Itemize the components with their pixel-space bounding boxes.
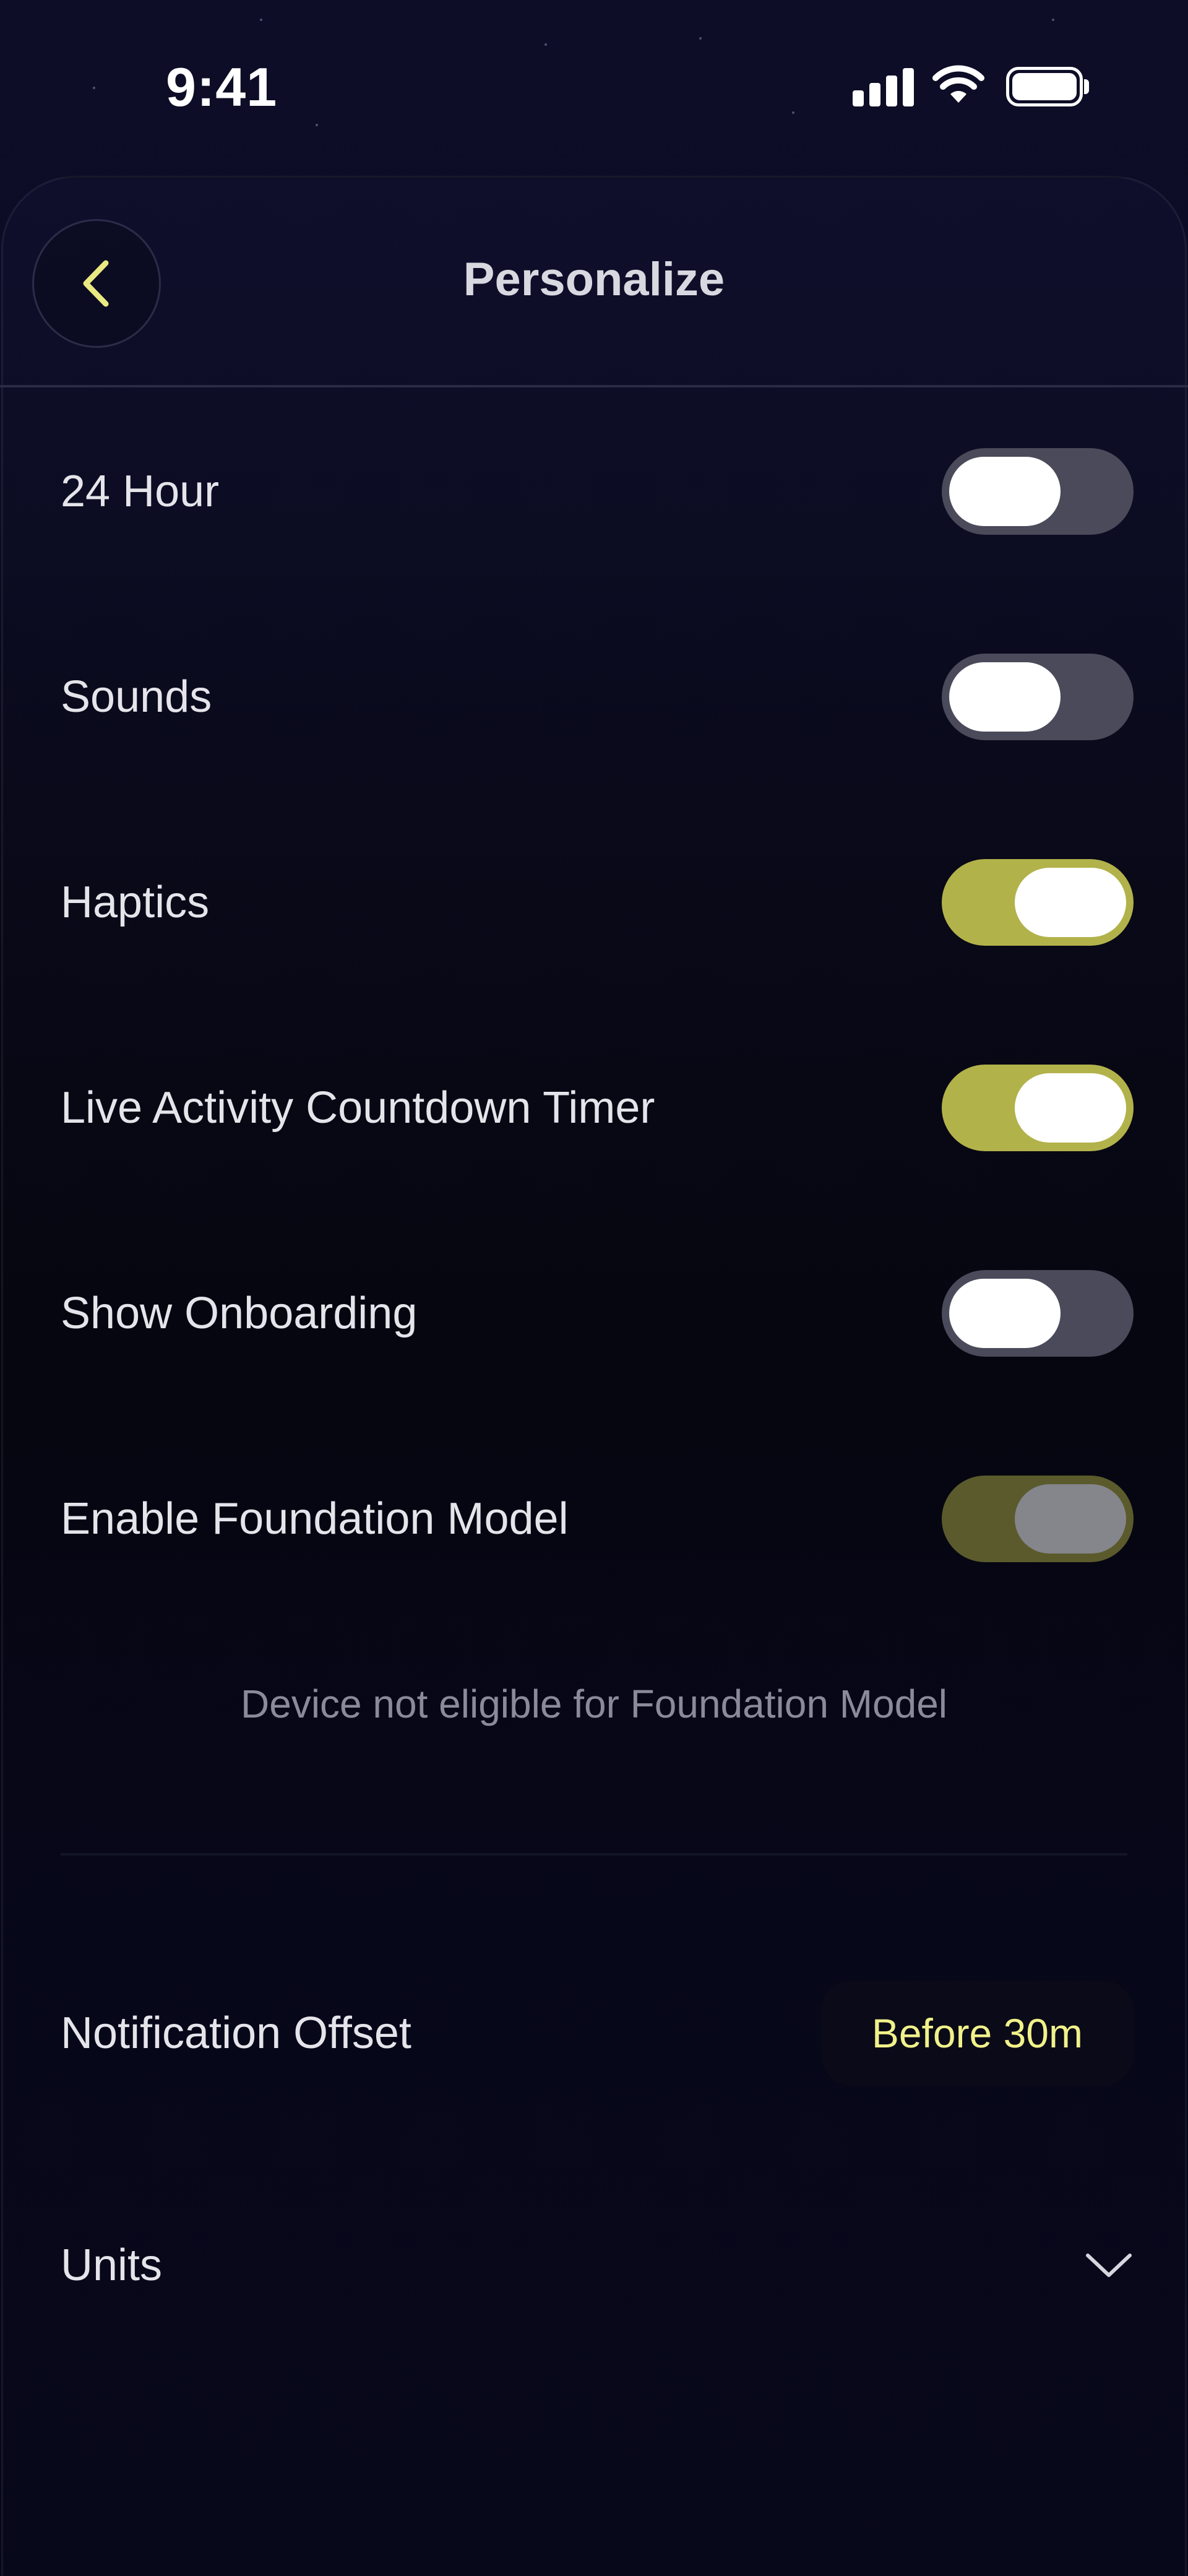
toggle-knob bbox=[949, 662, 1061, 732]
toggle-knob bbox=[949, 1279, 1061, 1348]
setting-row-live-activity: Live Activity Countdown Timer bbox=[61, 1065, 1134, 1151]
section-divider bbox=[61, 1853, 1127, 1856]
foundation-model-note: Device not eligible for Foundation Model bbox=[241, 1682, 947, 1726]
setting-row-notification-offset: Notification Offset Before 30m bbox=[61, 1981, 1134, 2086]
setting-label: Notification Offset bbox=[61, 2008, 411, 2058]
setting-label: Haptics bbox=[61, 878, 210, 927]
toggle-24-hour[interactable] bbox=[942, 448, 1134, 535]
toggle-haptics[interactable] bbox=[942, 859, 1134, 946]
setting-row-foundation-model: Enable Foundation Model bbox=[61, 1476, 1134, 1562]
setting-label: Enable Foundation Model bbox=[61, 1494, 569, 1544]
toggle-knob bbox=[1015, 868, 1126, 937]
notification-offset-value: Before 30m bbox=[871, 2010, 1083, 2056]
status-bar: 9:41 bbox=[0, 0, 1188, 161]
battery-icon bbox=[1006, 67, 1089, 106]
toggle-live-activity[interactable] bbox=[942, 1065, 1134, 1151]
toggle-knob bbox=[1015, 1073, 1126, 1143]
signal-icon bbox=[853, 68, 915, 106]
wifi-icon bbox=[932, 65, 984, 103]
setting-label: Show Onboarding bbox=[61, 1289, 418, 1338]
setting-label: Sounds bbox=[61, 672, 212, 722]
toggle-show-onboarding[interactable] bbox=[942, 1270, 1134, 1357]
setting-row-units[interactable]: Units bbox=[61, 2222, 1134, 2309]
setting-row-24-hour: 24 Hour bbox=[61, 448, 1134, 535]
settings-sheet bbox=[1, 176, 1187, 2576]
toggle-foundation-model[interactable] bbox=[942, 1476, 1134, 1562]
setting-row-sounds: Sounds bbox=[61, 654, 1134, 740]
status-time: 9:41 bbox=[166, 56, 278, 118]
setting-row-show-onboarding: Show Onboarding bbox=[61, 1270, 1134, 1357]
chevron-down-icon[interactable] bbox=[1084, 2241, 1134, 2290]
setting-label: Live Activity Countdown Timer bbox=[61, 1083, 655, 1133]
setting-label: Units bbox=[61, 2241, 163, 2290]
toggle-knob bbox=[1015, 1484, 1126, 1554]
toggle-sounds[interactable] bbox=[942, 654, 1134, 740]
setting-label: 24 Hour bbox=[61, 467, 220, 516]
toggle-knob bbox=[949, 457, 1061, 526]
notification-offset-selector[interactable]: Before 30m bbox=[820, 1981, 1134, 2086]
page-title: Personalize bbox=[463, 253, 725, 306]
setting-row-haptics: Haptics bbox=[61, 859, 1134, 946]
